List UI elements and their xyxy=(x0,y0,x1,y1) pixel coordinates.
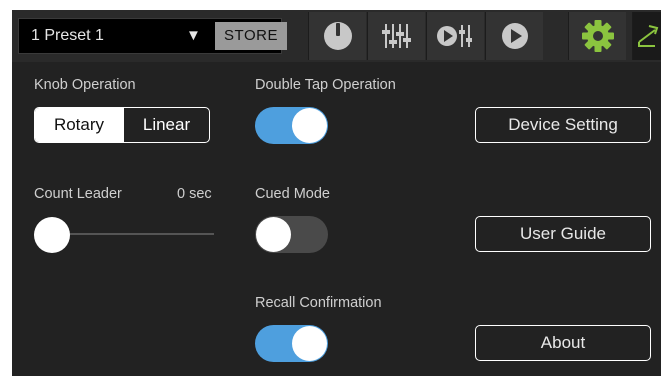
dropdown-arrow-icon[interactable]: ▼ xyxy=(186,19,201,53)
store-button[interactable]: STORE xyxy=(215,22,287,50)
toggle-knob xyxy=(292,108,327,143)
about-button[interactable]: About xyxy=(475,325,651,361)
count-leader-slider-thumb[interactable] xyxy=(34,217,70,253)
settings-screen: 1 Preset 1 ▼ STORE Knob Operation Rotary… xyxy=(12,10,661,376)
double-tap-toggle[interactable] xyxy=(255,107,328,144)
user-guide-button[interactable]: User Guide xyxy=(475,216,651,252)
mixer-view-icon xyxy=(382,24,411,48)
knob-operation-label: Knob Operation xyxy=(34,77,136,93)
play-view-button[interactable] xyxy=(485,12,543,60)
double-tap-label: Double Tap Operation xyxy=(255,77,396,93)
knob-view-button[interactable] xyxy=(308,12,366,60)
toggle-knob xyxy=(292,326,327,361)
switch-button[interactable] xyxy=(632,12,661,60)
mixer-view-button[interactable] xyxy=(367,12,425,60)
preset-selector[interactable]: 1 Preset 1 ▼ STORE xyxy=(18,18,287,54)
toggle-knob xyxy=(256,217,291,252)
cued-mode-label: Cued Mode xyxy=(255,186,330,202)
knob-operation-segmented-control: Rotary Linear xyxy=(34,107,210,143)
linear-option[interactable]: Linear xyxy=(123,108,209,142)
recall-confirmation-label: Recall Confirmation xyxy=(255,295,382,311)
switch-icon xyxy=(638,25,659,47)
play-mixer-view-button[interactable] xyxy=(426,12,484,60)
count-leader-value: 0 sec xyxy=(177,186,212,202)
cued-mode-toggle[interactable] xyxy=(255,216,328,253)
rotary-option[interactable]: Rotary xyxy=(35,108,123,142)
count-leader-label: Count Leader xyxy=(34,186,122,202)
knob-view-icon xyxy=(324,22,352,50)
top-toolbar: 1 Preset 1 ▼ STORE xyxy=(12,10,661,62)
play-view-icon xyxy=(502,23,528,49)
gear-icon xyxy=(582,20,614,52)
preset-name: 1 Preset 1 xyxy=(31,27,104,44)
settings-button[interactable] xyxy=(568,12,626,60)
recall-confirmation-toggle[interactable] xyxy=(255,325,328,362)
play-mixer-view-icon xyxy=(437,25,472,47)
device-setting-button[interactable]: Device Setting xyxy=(475,107,651,143)
